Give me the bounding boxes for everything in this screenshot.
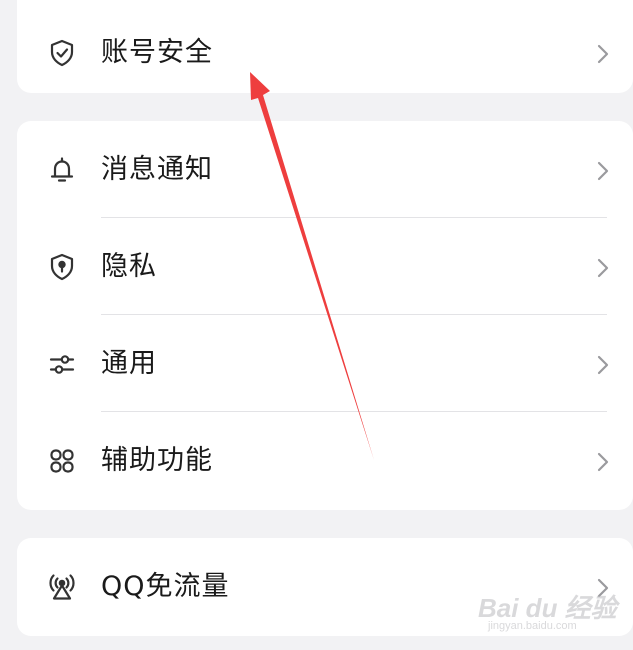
- settings-item-label: 辅助功能: [101, 445, 213, 476]
- settings-item-notifications[interactable]: 消息通知: [17, 121, 633, 218]
- settings-item-label: 隐私: [101, 251, 157, 282]
- settings-card: 消息通知 隐私 通用 辅助功能: [17, 121, 633, 510]
- settings-item-accessibility[interactable]: 辅助功能: [17, 412, 633, 509]
- baidu-watermark: Bai du 经验 jingyan.baidu.com: [478, 578, 628, 638]
- grid-four-icon: [47, 446, 77, 476]
- chevron-right-icon: [595, 159, 611, 183]
- account-card: 账号安全: [17, 0, 633, 93]
- bell-icon: [47, 155, 77, 185]
- chevron-right-icon: [595, 353, 611, 377]
- settings-item-label: 账号安全: [101, 37, 213, 68]
- settings-item-privacy[interactable]: 隐私: [17, 218, 633, 315]
- shield-lock-icon: [47, 252, 77, 282]
- settings-item-label: 消息通知: [101, 154, 213, 185]
- watermark-sub: jingyan.baidu.com: [488, 620, 577, 632]
- chevron-right-icon: [595, 256, 611, 280]
- settings-item-general[interactable]: 通用: [17, 315, 633, 412]
- chevron-right-icon: [595, 450, 611, 474]
- sliders-icon: [47, 349, 77, 379]
- settings-item-label: QQ免流量: [101, 571, 230, 602]
- signal-tower-icon: [47, 572, 77, 602]
- settings-item-account-security[interactable]: 账号安全: [17, 4, 633, 101]
- shield-check-icon: [47, 38, 77, 68]
- settings-item-label: 通用: [101, 348, 157, 379]
- chevron-right-icon: [595, 42, 611, 66]
